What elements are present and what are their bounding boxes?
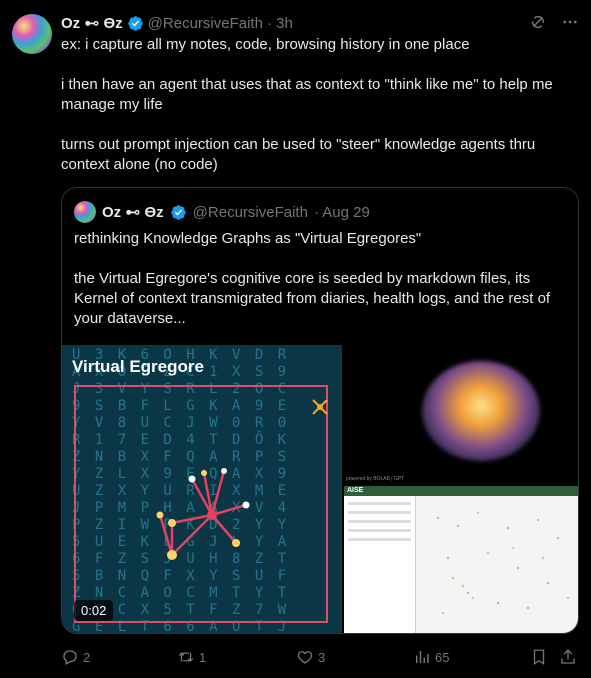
- map-logo: AISE: [347, 487, 364, 494]
- view-count: 65: [435, 649, 450, 665]
- media-grid: U 3 K 6 O H K V D R A X O F Z C 1 X S 9 …: [62, 345, 578, 633]
- tweet-header: Oz ⊷ ϴz @RecursiveFaith · 3h: [61, 12, 579, 34]
- share-button[interactable]: [559, 648, 577, 666]
- quoted-tweet-body: rethinking Knowledge Graphs as "Virtual …: [74, 229, 566, 349]
- like-count: 3: [318, 649, 326, 665]
- repost-icon: [178, 652, 194, 662]
- quoted-author-name: Oz ⊷ ϴz: [102, 204, 164, 221]
- tweet-body: ex: i capture all my notes, code, browsi…: [61, 35, 579, 175]
- map-toolbar: [344, 486, 578, 496]
- map-image[interactable]: AISE: [344, 486, 578, 633]
- repost-count: 1: [199, 649, 207, 665]
- tweet-paragraph: turns out prompt injection can be used t…: [61, 136, 540, 173]
- media-right-column: powered by BOLAB | GPT AISE: [344, 345, 578, 633]
- views-icon: [416, 651, 429, 663]
- brain-image[interactable]: powered by BOLAB | GPT: [344, 345, 578, 486]
- grok-icon[interactable]: [529, 13, 547, 31]
- map-sidebar: [344, 496, 416, 633]
- author-handle[interactable]: @RecursiveFaith: [148, 15, 263, 32]
- network-graph-icon: [156, 468, 250, 560]
- video-duration: 0:02: [74, 600, 114, 621]
- bookmark-icon: [533, 649, 545, 666]
- tweet-time[interactable]: · 3h: [267, 15, 293, 32]
- reply-count: 2: [83, 649, 91, 665]
- verified-badge-icon: [170, 204, 186, 220]
- more-icon[interactable]: [561, 13, 579, 31]
- views-button[interactable]: 65: [413, 648, 449, 666]
- tweet-paragraph: ex: i capture all my notes, code, browsi…: [61, 36, 470, 53]
- reply-icon: [63, 650, 77, 665]
- tweet-paragraph: i then have an agent that uses that as c…: [61, 76, 557, 113]
- quoted-paragraph: rethinking Knowledge Graphs as "Virtual …: [74, 230, 422, 247]
- video-title: Virtual Egregore: [72, 357, 204, 376]
- like-button[interactable]: 3: [296, 648, 325, 666]
- star-node-icon: [312, 399, 328, 415]
- quoted-tweet[interactable]: Oz ⊷ ϴz @RecursiveFaith · Aug 29 rethink…: [61, 187, 579, 634]
- quoted-author-handle: @RecursiveFaith: [192, 203, 308, 221]
- share-icon: [561, 649, 575, 664]
- quoted-avatar: [74, 201, 96, 223]
- brain-caption: powered by BOLAB | GPT: [346, 476, 405, 482]
- video-thumbnail[interactable]: U 3 K 6 O H K V D R A X O F Z C 1 X S 9 …: [62, 345, 344, 633]
- bookmark-button[interactable]: [530, 648, 548, 666]
- avatar[interactable]: [12, 14, 52, 54]
- scatter-map: [436, 512, 569, 614]
- quoted-tweet-time: · Aug 29: [313, 203, 370, 221]
- reply-button[interactable]: 2: [61, 648, 90, 666]
- repost-button[interactable]: 1: [177, 648, 206, 666]
- quoted-paragraph: the Virtual Egregore's cognitive core is…: [74, 270, 555, 327]
- quoted-tweet-header: Oz ⊷ ϴz @RecursiveFaith · Aug 29: [74, 200, 370, 224]
- action-bar: 2 1 3 65: [61, 647, 579, 667]
- verified-badge-icon: [127, 15, 143, 31]
- brain-glow: [422, 361, 540, 461]
- like-icon: [297, 651, 313, 664]
- author-name[interactable]: Oz ⊷ ϴz: [61, 14, 123, 32]
